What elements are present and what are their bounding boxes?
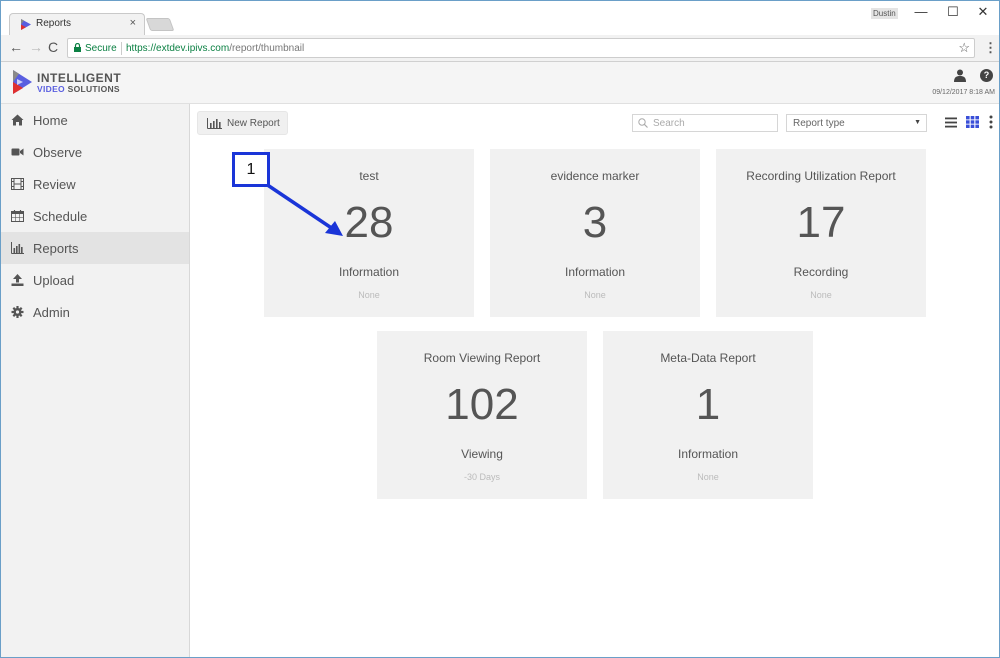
secure-label: Secure [85, 43, 117, 54]
report-card-category: Information [677, 447, 739, 461]
sidebar-nav: Home Observe Review Schedule Reports Upl… [1, 104, 190, 657]
sidebar-item-home[interactable]: Home [1, 104, 189, 136]
report-card-period: -30 Days [463, 472, 500, 482]
sidebar-item-upload[interactable]: Upload [1, 264, 189, 296]
bar-chart-icon [11, 242, 24, 254]
report-card-meta-data[interactable]: Meta-Data Report 1 Information None [603, 331, 813, 499]
chevron-down-icon: ▼ [914, 119, 921, 126]
help-icon[interactable]: ? [980, 69, 993, 82]
sidebar-label: Schedule [33, 209, 88, 224]
url-text[interactable]: https://extdev.ipivs.com/report/thumbnai… [126, 43, 304, 54]
address-bar[interactable]: Secure https://extdev.ipivs.com/report/t… [67, 38, 975, 58]
film-icon [11, 178, 24, 190]
report-card-period: None [584, 290, 606, 300]
home-icon [11, 114, 24, 126]
tab-close-icon[interactable]: × [130, 17, 136, 29]
report-card-recording-utilization[interactable]: Recording Utilization Report 17 Recordin… [716, 149, 926, 317]
sidebar-item-schedule[interactable]: Schedule [1, 200, 189, 232]
tab-title: Reports [36, 18, 72, 29]
ivs-logo[interactable]: INTELLIGENT VIDEO SOLUTIONS [11, 69, 131, 97]
sidebar-item-observe[interactable]: Observe [1, 136, 189, 168]
upload-icon [11, 274, 24, 286]
new-tab-button[interactable] [145, 18, 175, 31]
omnibox-divider [121, 42, 122, 55]
window-maximize-button[interactable]: ☐ [938, 4, 968, 24]
calendar-icon [11, 210, 24, 222]
window-minimize-button[interactable]: — [906, 4, 936, 24]
browser-profile-name[interactable]: Dustin [871, 8, 898, 19]
bar-chart-icon [207, 118, 222, 129]
report-card-count: 3 [582, 198, 608, 247]
report-card-category: Information [564, 265, 626, 279]
report-card-period: None [697, 472, 719, 482]
report-card-title: Meta-Data Report [660, 351, 756, 365]
logo-text-solutions: SOLUTIONS [64, 84, 120, 94]
browser-toolbar: ← → C Secure https://extdev.ipivs.com/re… [1, 35, 999, 62]
bookmark-star-icon[interactable]: ☆ [958, 40, 970, 56]
sidebar-item-admin[interactable]: Admin [1, 296, 189, 328]
gear-icon [11, 306, 24, 318]
report-card-title: Recording Utilization Report [746, 169, 896, 183]
app-favicon-icon [21, 19, 31, 30]
report-card-evidence-marker[interactable]: evidence marker 3 Information None [490, 149, 700, 317]
list-view-icon[interactable] [945, 117, 957, 128]
sidebar-item-review[interactable]: Review [1, 168, 189, 200]
sidebar-label: Home [33, 113, 68, 128]
url-path: /report/thumbnail [229, 43, 305, 54]
report-card-category: Viewing [461, 447, 503, 461]
new-report-label: New Report [227, 118, 280, 129]
search-icon [638, 118, 648, 128]
new-report-button[interactable]: New Report [197, 111, 288, 135]
sidebar-label: Observe [33, 145, 83, 160]
browser-window: Reports × Dustin — ☐ ✕ ← → C Secure http… [0, 0, 1000, 658]
current-datetime: 09/12/2017 8:18 AM [932, 89, 995, 96]
user-icon[interactable] [954, 69, 966, 82]
report-card-room-viewing[interactable]: Room Viewing Report 102 Viewing -30 Days [377, 331, 587, 499]
window-close-button[interactable]: ✕ [968, 4, 998, 24]
logo-text-video-solutions: VIDEO SOLUTIONS [37, 84, 120, 94]
sidebar-label: Review [33, 177, 76, 192]
report-card-period: None [358, 290, 380, 300]
annotation-callout: 1 [232, 152, 270, 187]
report-card-period: None [810, 290, 832, 300]
report-card-title: Room Viewing Report [423, 351, 541, 365]
url-host: https://extdev.ipivs.com [126, 43, 230, 54]
reload-button[interactable]: C [48, 39, 58, 55]
report-card-title: evidence marker [550, 169, 640, 183]
logo-mark-icon [13, 70, 32, 94]
back-button[interactable]: ← [9, 39, 23, 55]
report-card-category: Recording [793, 265, 849, 279]
report-type-selected: Report type [793, 118, 845, 129]
logo-text-intelligent: INTELLIGENT [37, 71, 122, 85]
lock-icon [74, 43, 81, 52]
report-card-count: 1 [695, 380, 721, 429]
sidebar-item-reports[interactable]: Reports [1, 232, 189, 264]
video-camera-icon [11, 148, 24, 156]
report-card-count: 102 [445, 380, 519, 429]
report-card-count: 17 [796, 198, 846, 247]
report-type-select[interactable]: Report type ▼ [786, 114, 927, 132]
annotation-number: 1 [246, 161, 256, 178]
sidebar-label: Reports [33, 241, 79, 256]
forward-button[interactable]: → [29, 39, 43, 55]
search-field[interactable] [632, 114, 778, 132]
more-options-icon[interactable] [988, 115, 994, 129]
browser-titlebar: Reports × Dustin — ☐ ✕ [1, 1, 999, 35]
logo-text-video: VIDEO [37, 84, 65, 94]
sidebar-label: Admin [33, 305, 70, 320]
grid-view-icon[interactable] [966, 116, 979, 128]
annotation-arrow-icon [265, 182, 343, 236]
browser-tab-reports[interactable]: Reports × [9, 13, 145, 35]
sidebar-label: Upload [33, 273, 75, 288]
search-input[interactable] [653, 117, 773, 130]
app-header: INTELLIGENT VIDEO SOLUTIONS ? 09/12/2017… [1, 62, 999, 104]
browser-menu-icon[interactable]: ⋮ [984, 40, 997, 56]
report-card-category: Information [338, 265, 400, 279]
